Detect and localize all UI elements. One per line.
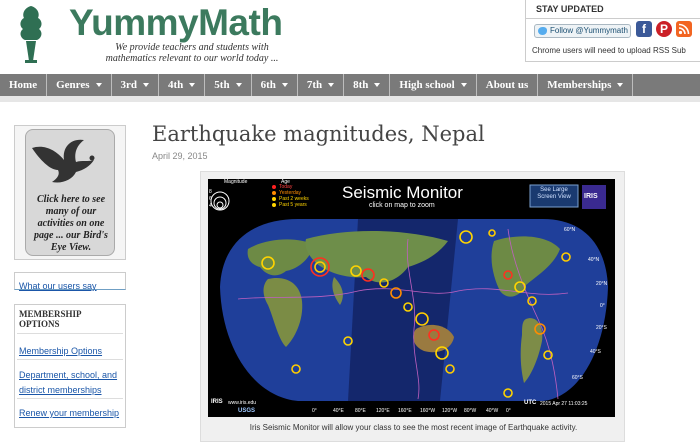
main-nav: Home Genres 3rd 4th 5th 6th 7th 8th High… <box>0 74 700 96</box>
seismic-monitor-image[interactable]: Magnitude Age 8 6 4 Today Yesterday Past… <box>208 179 615 417</box>
ice-cream-logo-icon[interactable] <box>16 4 46 64</box>
dropdown-arrow-icon <box>281 83 288 88</box>
nav-label: 3rd <box>120 79 138 91</box>
seismic-mag-4: 4 <box>209 203 212 209</box>
dropdown-arrow-icon <box>235 83 242 88</box>
nav-label: About us <box>485 79 529 91</box>
seismic-mag-6: 6 <box>209 196 212 202</box>
nav-item-4th[interactable]: 4th <box>159 74 206 96</box>
dropdown-arrow-icon <box>374 83 381 88</box>
membership-options-box: MEMBERSHIP OPTIONS Membership Options De… <box>14 304 126 428</box>
seismic-magnitude-label: Magnitude <box>224 179 248 185</box>
site-header: YummyMath We provide teachers and studen… <box>0 0 700 74</box>
post-date: April 29, 2015 <box>152 151 208 161</box>
nav-label: Genres <box>56 79 90 91</box>
divider <box>17 333 123 334</box>
iris-logo-text: IRIS <box>584 193 598 200</box>
dropdown-arrow-icon <box>460 83 467 88</box>
nav-item-7th[interactable]: 7th <box>298 74 345 96</box>
lat-label-20n: 20°N <box>596 281 608 287</box>
lon-label-160e: 160°E <box>398 408 412 414</box>
divider <box>17 359 123 360</box>
rss-icon[interactable] <box>676 21 692 37</box>
lat-label-40n: 40°N <box>588 257 600 263</box>
what-users-say-link[interactable]: What our users say <box>19 281 97 291</box>
stay-updated-panel: STAY UPDATED Follow @Yummymath f P Chrom… <box>525 0 700 62</box>
lon-label-160w: 160°W <box>420 408 436 414</box>
dropdown-arrow-icon <box>143 83 150 88</box>
lon-label-80e: 80°E <box>355 408 366 414</box>
seismic-monitor-figure: Magnitude Age 8 6 4 Today Yesterday Past… <box>200 171 625 442</box>
post-title[interactable]: Earthquake magnitudes, Nepal <box>152 122 485 146</box>
site-brand[interactable]: YummyMath <box>69 2 283 44</box>
figure-caption: Iris Seismic Monitor will allow your cla… <box>249 423 578 432</box>
large-screen-view-label[interactable]: See Large Screen View <box>532 187 576 201</box>
users-say-box: What our users say <box>14 272 126 291</box>
renew-membership-link[interactable]: Renew your membership <box>19 408 119 418</box>
twitter-icon <box>538 27 547 35</box>
lon-label-0-right: 0° <box>506 408 511 414</box>
dropdown-arrow-icon <box>617 83 624 88</box>
nav-item-genres[interactable]: Genres <box>47 74 112 96</box>
seismic-monitor-subtitle: click on map to zoom <box>369 202 435 209</box>
stay-updated-title: STAY UPDATED <box>536 4 604 14</box>
iris-bottom-label: IRIS <box>211 399 223 405</box>
membership-options-link[interactable]: Membership Options <box>19 346 102 356</box>
utc-label: UTC <box>524 400 537 406</box>
lon-label-120w: 120°W <box>442 408 458 414</box>
lat-label-40s: 40°S <box>590 349 601 355</box>
nav-item-3rd[interactable]: 3rd <box>112 74 160 96</box>
department-memberships-link[interactable]: Department, school, and district members… <box>19 370 117 395</box>
dropdown-arrow-icon <box>95 83 102 88</box>
nav-label: 5th <box>214 79 230 91</box>
nav-shadow <box>0 96 700 102</box>
membership-options-title: MEMBERSHIP OPTIONS <box>19 309 82 329</box>
lat-label-20s: 20°S <box>596 325 607 331</box>
twitter-follow-button[interactable]: Follow @Yummymath <box>534 24 631 38</box>
seismic-age-5years: Past 5 years <box>279 202 307 208</box>
facebook-icon[interactable]: f <box>636 21 652 37</box>
dropdown-arrow-icon <box>328 83 335 88</box>
seismic-monitor-title: Seismic Monitor <box>342 183 463 202</box>
nav-label: Home <box>9 79 38 91</box>
rss-note: Chrome users will need to upload RSS Sub <box>532 46 686 55</box>
lat-label-60n: 60°N <box>564 227 576 233</box>
usgs-label: USGS <box>238 408 256 414</box>
nav-label: 7th <box>306 79 323 91</box>
iris-url: www.iris.edu <box>228 400 257 406</box>
nav-item-6th[interactable]: 6th <box>252 74 298 96</box>
seismic-mag-8: 8 <box>209 189 212 195</box>
nav-label: High school <box>399 79 455 91</box>
nav-item-memberships[interactable]: Memberships <box>538 74 634 96</box>
nav-item-home[interactable]: Home <box>0 74 48 96</box>
lon-label-40w: 40°W <box>486 408 499 414</box>
nav-item-8th[interactable]: 8th <box>344 74 391 96</box>
lon-label-120e: 120°E <box>376 408 390 414</box>
lat-label-0: 0° <box>600 303 605 309</box>
lat-label-60s: 60°S <box>572 375 583 381</box>
nav-item-about-us[interactable]: About us <box>477 74 539 96</box>
dove-icon <box>32 139 95 183</box>
nav-label: 8th <box>353 79 369 91</box>
birds-eye-view-text: Click here to see many of our activities… <box>34 194 108 253</box>
nav-label: 6th <box>260 79 276 91</box>
lon-label-40e: 40°E <box>333 408 344 414</box>
twitter-follow-label: Follow @Yummymath <box>550 26 628 35</box>
nav-label: 4th <box>168 79 184 91</box>
pinterest-icon[interactable]: P <box>656 21 672 37</box>
map-timestamp: 2015 Apr 27 11:03:25 <box>540 401 588 407</box>
seismic-map-svg <box>208 179 615 417</box>
dropdown-arrow-icon <box>189 83 196 88</box>
nav-item-5th[interactable]: 5th <box>205 74 252 96</box>
birds-eye-view-promo[interactable]: Click here to see many of our activities… <box>14 125 126 260</box>
nav-item-high-school[interactable]: High school <box>390 74 477 96</box>
site-tagline: We provide teachers and students with ma… <box>105 42 279 64</box>
divider <box>526 18 700 19</box>
birds-eye-view-image[interactable]: Click here to see many of our activities… <box>25 129 115 256</box>
lon-label-0-left: 0° <box>312 408 317 414</box>
lon-label-80w: 80°W <box>464 408 477 414</box>
nav-label: Memberships <box>547 79 612 91</box>
divider <box>17 398 123 399</box>
